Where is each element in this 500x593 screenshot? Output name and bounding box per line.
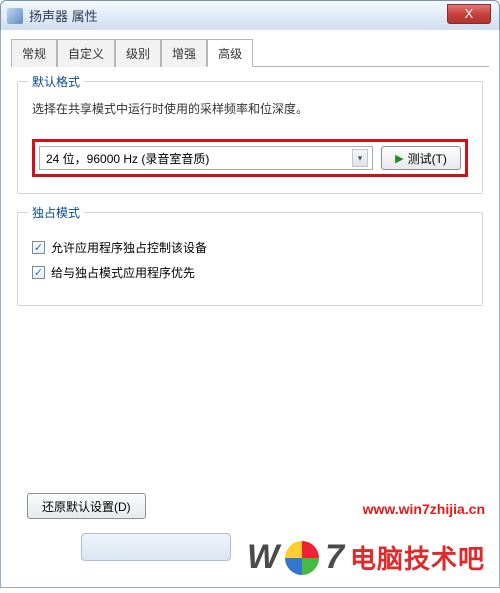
bottom-panel <box>81 533 231 561</box>
checkbox-label-allow-exclusive: 允许应用程序独占控制该设备 <box>51 239 207 256</box>
windows-flag-icon <box>285 541 319 575</box>
properties-window: 扬声器 属性 X 常规 自定义 级别 增强 高级 默认格式 选择在共享模式中运行… <box>0 0 500 588</box>
checkbox-row-allow-exclusive: ✓ 允许应用程序独占控制该设备 <box>32 239 468 256</box>
group-exclusive-mode: 独占模式 ✓ 允许应用程序独占控制该设备 ✓ 给与独占模式应用程序优先 <box>17 212 483 306</box>
window-title: 扬声器 属性 <box>29 6 98 25</box>
test-button-label: 测试(T) <box>408 150 447 167</box>
tab-enhance[interactable]: 增强 <box>161 39 207 67</box>
checkbox-allow-exclusive[interactable]: ✓ <box>32 241 45 254</box>
tab-advanced[interactable]: 高级 <box>207 39 253 67</box>
restore-defaults-button[interactable]: 还原默认设置(D) <box>27 493 146 519</box>
checkbox-priority[interactable]: ✓ <box>32 266 45 279</box>
watermark-url: www.win7zhijia.cn <box>363 501 485 517</box>
watermark-site-name: 电脑技术吧 <box>350 539 485 576</box>
watermark-logo-suffix: 7 <box>325 538 344 577</box>
group-title-default-format: 默认格式 <box>28 73 84 90</box>
tab-levels[interactable]: 级别 <box>115 39 161 67</box>
watermark-logo-prefix: W <box>247 538 279 577</box>
tab-custom[interactable]: 自定义 <box>57 39 115 67</box>
group-default-format: 默认格式 选择在共享模式中运行时使用的采样频率和位深度。 24 位，96000 … <box>17 81 483 194</box>
highlight-box: 24 位，96000 Hz (录音室音质) ▾ ▶ 测试(T) <box>32 139 468 177</box>
client-area: 常规 自定义 级别 增强 高级 默认格式 选择在共享模式中运行时使用的采样频率和… <box>0 30 500 588</box>
tabstrip: 常规 自定义 级别 增强 高级 <box>11 38 489 67</box>
tab-general[interactable]: 常规 <box>11 39 57 67</box>
speaker-icon <box>7 8 23 24</box>
watermark-brand: W 7 电脑技术吧 <box>247 538 485 577</box>
default-format-description: 选择在共享模式中运行时使用的采样频率和位深度。 <box>32 100 468 119</box>
chevron-down-icon: ▾ <box>352 149 368 167</box>
close-button[interactable]: X <box>447 4 491 24</box>
test-button[interactable]: ▶ 测试(T) <box>381 146 461 170</box>
restore-defaults-label: 还原默认设置(D) <box>42 498 131 515</box>
format-dropdown-value: 24 位，96000 Hz (录音室音质) <box>46 150 209 167</box>
checkbox-label-priority: 给与独占模式应用程序优先 <box>51 264 195 281</box>
checkbox-row-priority: ✓ 给与独占模式应用程序优先 <box>32 264 468 281</box>
format-dropdown[interactable]: 24 位，96000 Hz (录音室音质) ▾ <box>39 146 373 170</box>
group-title-exclusive: 独占模式 <box>28 204 84 221</box>
titlebar[interactable]: 扬声器 属性 X <box>0 0 500 30</box>
play-icon: ▶ <box>395 152 403 165</box>
